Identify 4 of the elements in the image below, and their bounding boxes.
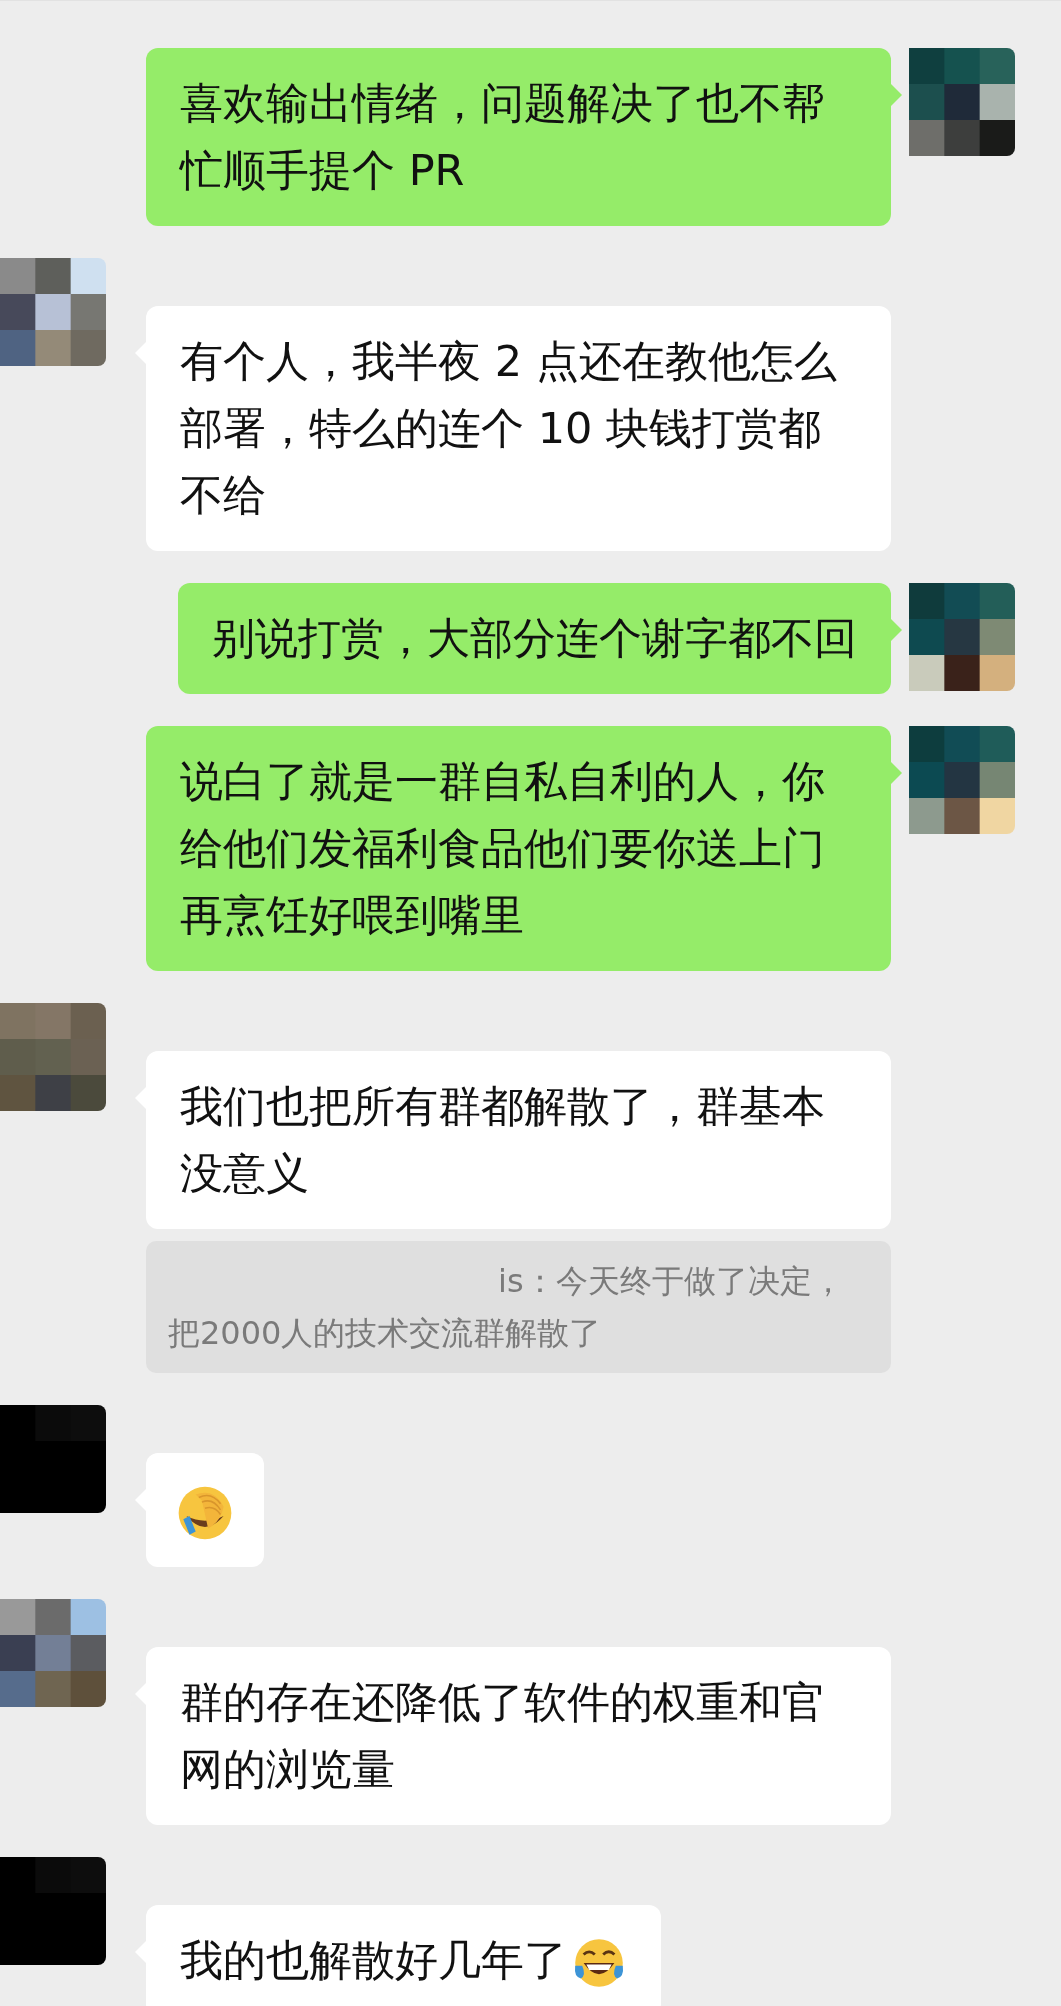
bubble-tail bbox=[891, 84, 902, 106]
bubble-tail bbox=[891, 619, 902, 641]
quoted-message: is：今天终于做了决定，把2000人的技术交流群解散了 bbox=[146, 1241, 891, 1373]
bubble-tail bbox=[891, 762, 902, 784]
